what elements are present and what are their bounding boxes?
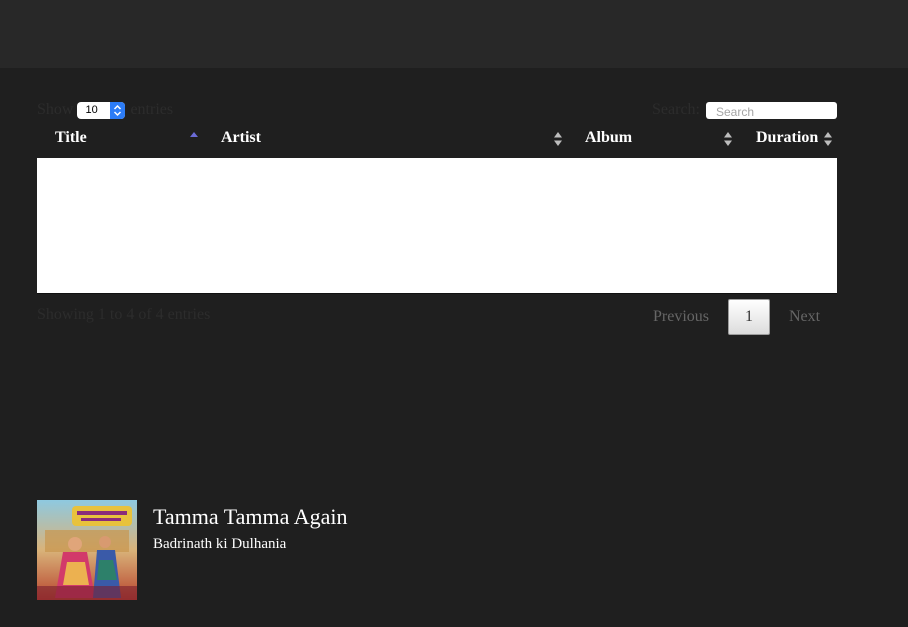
column-label: Title [55,129,87,146]
select-stepper-icon [110,101,126,119]
page-length-select[interactable]: 10 [77,101,126,119]
column-header-artist[interactable]: Artist [203,124,567,158]
page-button-current[interactable]: 1 [728,299,770,335]
page-length-control: Show 10 entries [37,100,173,120]
table-info: Showing 1 to 4 of 4 entries [37,306,211,323]
column-label: Duration [756,129,819,146]
sort-both-icon [554,132,562,146]
table-body [37,158,837,294]
column-label: Artist [221,129,261,146]
column-header-duration[interactable]: Duration [738,124,837,158]
search-control: Search: [652,100,837,120]
show-label: Show [37,101,74,118]
search-input[interactable] [706,101,837,119]
next-button[interactable]: Next [789,299,820,335]
top-bar [0,0,908,68]
previous-button[interactable]: Previous [653,299,709,335]
track-title: Tamma Tamma Again [153,504,348,529]
table-controls: Show 10 entries Search: [37,100,837,120]
sort-ascending-icon [190,132,198,137]
album-cover-image[interactable] [37,500,137,600]
column-label: Album [585,129,633,146]
sort-both-icon [724,132,732,146]
sort-both-icon [824,132,832,146]
table-header: Title Artist Album Duration [37,124,837,158]
page-length-value: 10 [85,103,98,116]
column-header-title[interactable]: Title [37,124,203,158]
entries-label: entries [130,101,174,118]
column-header-album[interactable]: Album [567,124,738,158]
track-album: Badrinath ki Dulhania [153,536,287,552]
search-label: Search: [652,101,700,118]
